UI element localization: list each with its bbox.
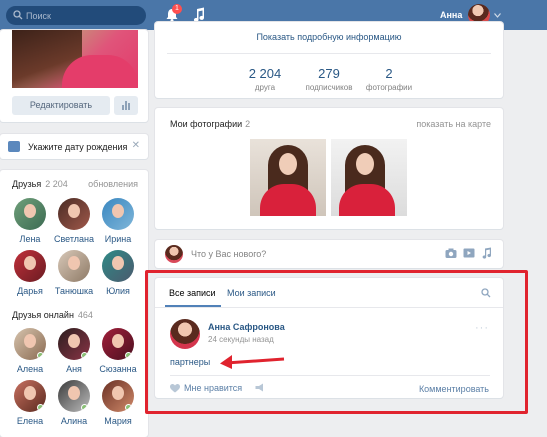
birthday-text: Укажите дату рождения — [28, 142, 128, 152]
friend-avatar — [14, 198, 46, 230]
attach-toolbar — [445, 247, 493, 259]
profile-photo-panel: Редактировать — [0, 30, 148, 122]
tabs-divider — [155, 307, 503, 308]
my-photos-header[interactable]: Мои фотографии 2 — [170, 119, 250, 129]
camera-icon[interactable] — [445, 247, 457, 259]
friend-avatar — [102, 328, 134, 360]
friend-avatar — [14, 328, 46, 360]
close-icon[interactable]: ✕ — [132, 140, 140, 151]
friends-online-header[interactable]: Друзья онлайн 464 — [12, 310, 93, 320]
tab-all-posts[interactable]: Все записи — [169, 288, 216, 298]
stats-icon — [122, 105, 124, 110]
active-tab-indicator — [165, 305, 221, 307]
friend-item[interactable]: Дарья — [8, 250, 52, 296]
more-options-icon[interactable]: ··· — [475, 322, 489, 334]
friend-item[interactable]: Светлана — [52, 198, 96, 244]
edit-profile-button[interactable]: Редактировать — [12, 96, 110, 115]
photos-counter[interactable]: 2 фотографии — [349, 66, 429, 92]
chevron-down-icon — [494, 12, 502, 18]
music-icon — [193, 7, 204, 22]
post-timestamp[interactable]: 24 секунды назад — [208, 335, 274, 344]
notifications-badge: 1 — [172, 4, 182, 14]
friends-panel: Друзья 2 204 обновления Лена Светлана Ири… — [0, 170, 148, 437]
search-icon[interactable] — [481, 288, 491, 298]
user-name: Анна — [440, 10, 463, 20]
friends-updates-link[interactable]: обновления — [88, 179, 138, 189]
online-friend-item[interactable]: Аня — [52, 328, 96, 374]
post-author-name[interactable]: Анна Сафронова — [208, 322, 285, 332]
heart-icon — [170, 383, 180, 392]
search-box[interactable] — [6, 6, 146, 25]
post-text[interactable]: партнеры — [170, 357, 210, 367]
friend-avatar — [102, 250, 134, 282]
friend-avatar — [14, 250, 46, 282]
friends-header[interactable]: Друзья 2 204 — [12, 179, 68, 189]
wall-panel: Все записи Мои записи Анна Сафронова 24 … — [155, 278, 503, 398]
show-on-map-link[interactable]: показать на карте — [416, 119, 491, 129]
online-friend-item[interactable]: Сюзанна — [96, 328, 140, 374]
new-post-box[interactable]: Что у Вас нового? — [155, 240, 503, 268]
profile-photo[interactable] — [12, 30, 138, 88]
friend-avatar — [58, 250, 90, 282]
friend-item[interactable]: Юлия — [96, 250, 140, 296]
music-icon[interactable] — [481, 247, 493, 259]
divider — [167, 53, 491, 54]
annotation-arrow — [220, 355, 285, 369]
online-friend-item[interactable]: Алина — [52, 380, 96, 426]
friend-avatar — [58, 198, 90, 230]
friend-item[interactable]: Лена — [8, 198, 52, 244]
photo-thumbnail[interactable] — [250, 139, 326, 216]
friend-avatar — [58, 380, 90, 412]
post-author-avatar[interactable] — [170, 319, 200, 349]
show-more-info-link[interactable]: Показать подробную информацию — [155, 32, 503, 42]
online-friend-item[interactable]: Мария — [96, 380, 140, 426]
friend-avatar — [102, 198, 134, 230]
stats-button[interactable] — [114, 96, 138, 115]
friend-avatar — [14, 380, 46, 412]
friend-avatar — [102, 380, 134, 412]
divider — [170, 375, 490, 376]
birthday-prompt[interactable]: Укажите дату рождения ✕ — [0, 134, 148, 159]
like-label: Мне нравится — [184, 383, 243, 393]
friend-item[interactable]: Танюшка — [52, 250, 96, 296]
comment-button[interactable]: Комментировать — [419, 384, 489, 394]
tab-my-posts[interactable]: Мои записи — [227, 288, 276, 298]
notifications-button[interactable]: 1 — [164, 4, 182, 23]
online-friend-item[interactable]: Алена — [8, 328, 52, 374]
share-icon[interactable] — [255, 383, 266, 392]
photo-thumbnail[interactable] — [331, 139, 407, 216]
search-icon — [13, 10, 23, 20]
like-button[interactable]: Мне нравится — [170, 383, 242, 393]
profile-info-panel: Показать подробную информацию 2 204 друг… — [155, 22, 503, 98]
new-post-input[interactable]: Что у Вас нового? — [191, 249, 266, 259]
online-indicator — [37, 352, 44, 359]
online-friend-item[interactable]: Елена — [8, 380, 52, 426]
friend-item[interactable]: Ирина — [96, 198, 140, 244]
calendar-icon — [8, 141, 20, 152]
my-photos-panel: Мои фотографии 2 показать на карте — [155, 108, 503, 229]
friend-avatar — [58, 328, 90, 360]
search-input[interactable] — [26, 9, 136, 22]
avatar — [165, 245, 183, 263]
video-icon[interactable] — [463, 247, 475, 259]
